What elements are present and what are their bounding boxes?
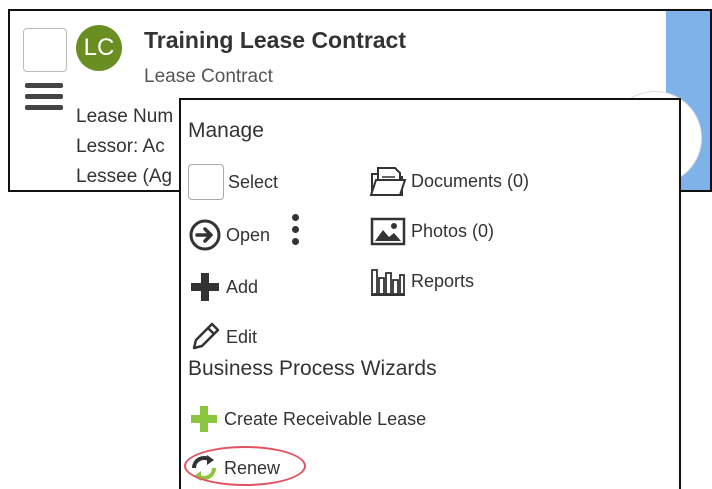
- open-menu-item[interactable]: Open: [188, 218, 270, 252]
- record-title[interactable]: Training Lease Contract: [144, 27, 406, 54]
- select-label: Select: [228, 171, 279, 192]
- select-menu-item[interactable]: Select: [188, 164, 278, 200]
- wizards-heading: Business Process Wizards: [188, 357, 437, 380]
- avatar: LC: [76, 25, 122, 71]
- manage-heading: Manage: [188, 119, 264, 142]
- manage-menu: Manage Select Open Add Edit Documents (0…: [179, 98, 681, 489]
- green-plus-icon: [188, 403, 220, 435]
- documents-menu-item[interactable]: Documents (0): [369, 164, 529, 198]
- photo-icon: [369, 214, 407, 248]
- create-receivable-lease-label: Create Receivable Lease: [224, 408, 427, 429]
- plus-icon: [188, 270, 222, 304]
- record-subtitle: Lease Contract: [144, 66, 273, 87]
- add-label: Add: [226, 276, 259, 297]
- photos-menu-item[interactable]: Photos (0): [369, 214, 494, 248]
- documents-label: Documents (0): [411, 170, 530, 191]
- photos-label: Photos (0): [411, 220, 495, 241]
- lease-number-text: Lease Num: [76, 106, 174, 127]
- pencil-icon: [188, 320, 222, 354]
- record-select-checkbox[interactable]: [23, 28, 67, 72]
- lessor-text: Lessor: Ac: [76, 136, 165, 157]
- reports-menu-item[interactable]: Reports: [369, 264, 474, 298]
- reports-label: Reports: [411, 270, 475, 291]
- create-receivable-lease-item[interactable]: Create Receivable Lease: [188, 403, 426, 435]
- open-label: Open: [226, 224, 271, 245]
- folder-document-icon: [369, 164, 407, 198]
- edit-label: Edit: [226, 326, 258, 347]
- arrow-circle-right-icon: [188, 218, 222, 252]
- select-checkbox[interactable]: [188, 164, 224, 200]
- add-menu-item[interactable]: Add: [188, 270, 258, 304]
- more-options-icon[interactable]: [290, 214, 300, 254]
- hamburger-menu-icon[interactable]: [25, 83, 63, 113]
- renew-highlight-ring: [184, 446, 306, 486]
- bar-chart-icon: [369, 264, 407, 298]
- lessee-text: Lessee (Ag: [76, 166, 173, 187]
- edit-menu-item[interactable]: Edit: [188, 320, 257, 354]
